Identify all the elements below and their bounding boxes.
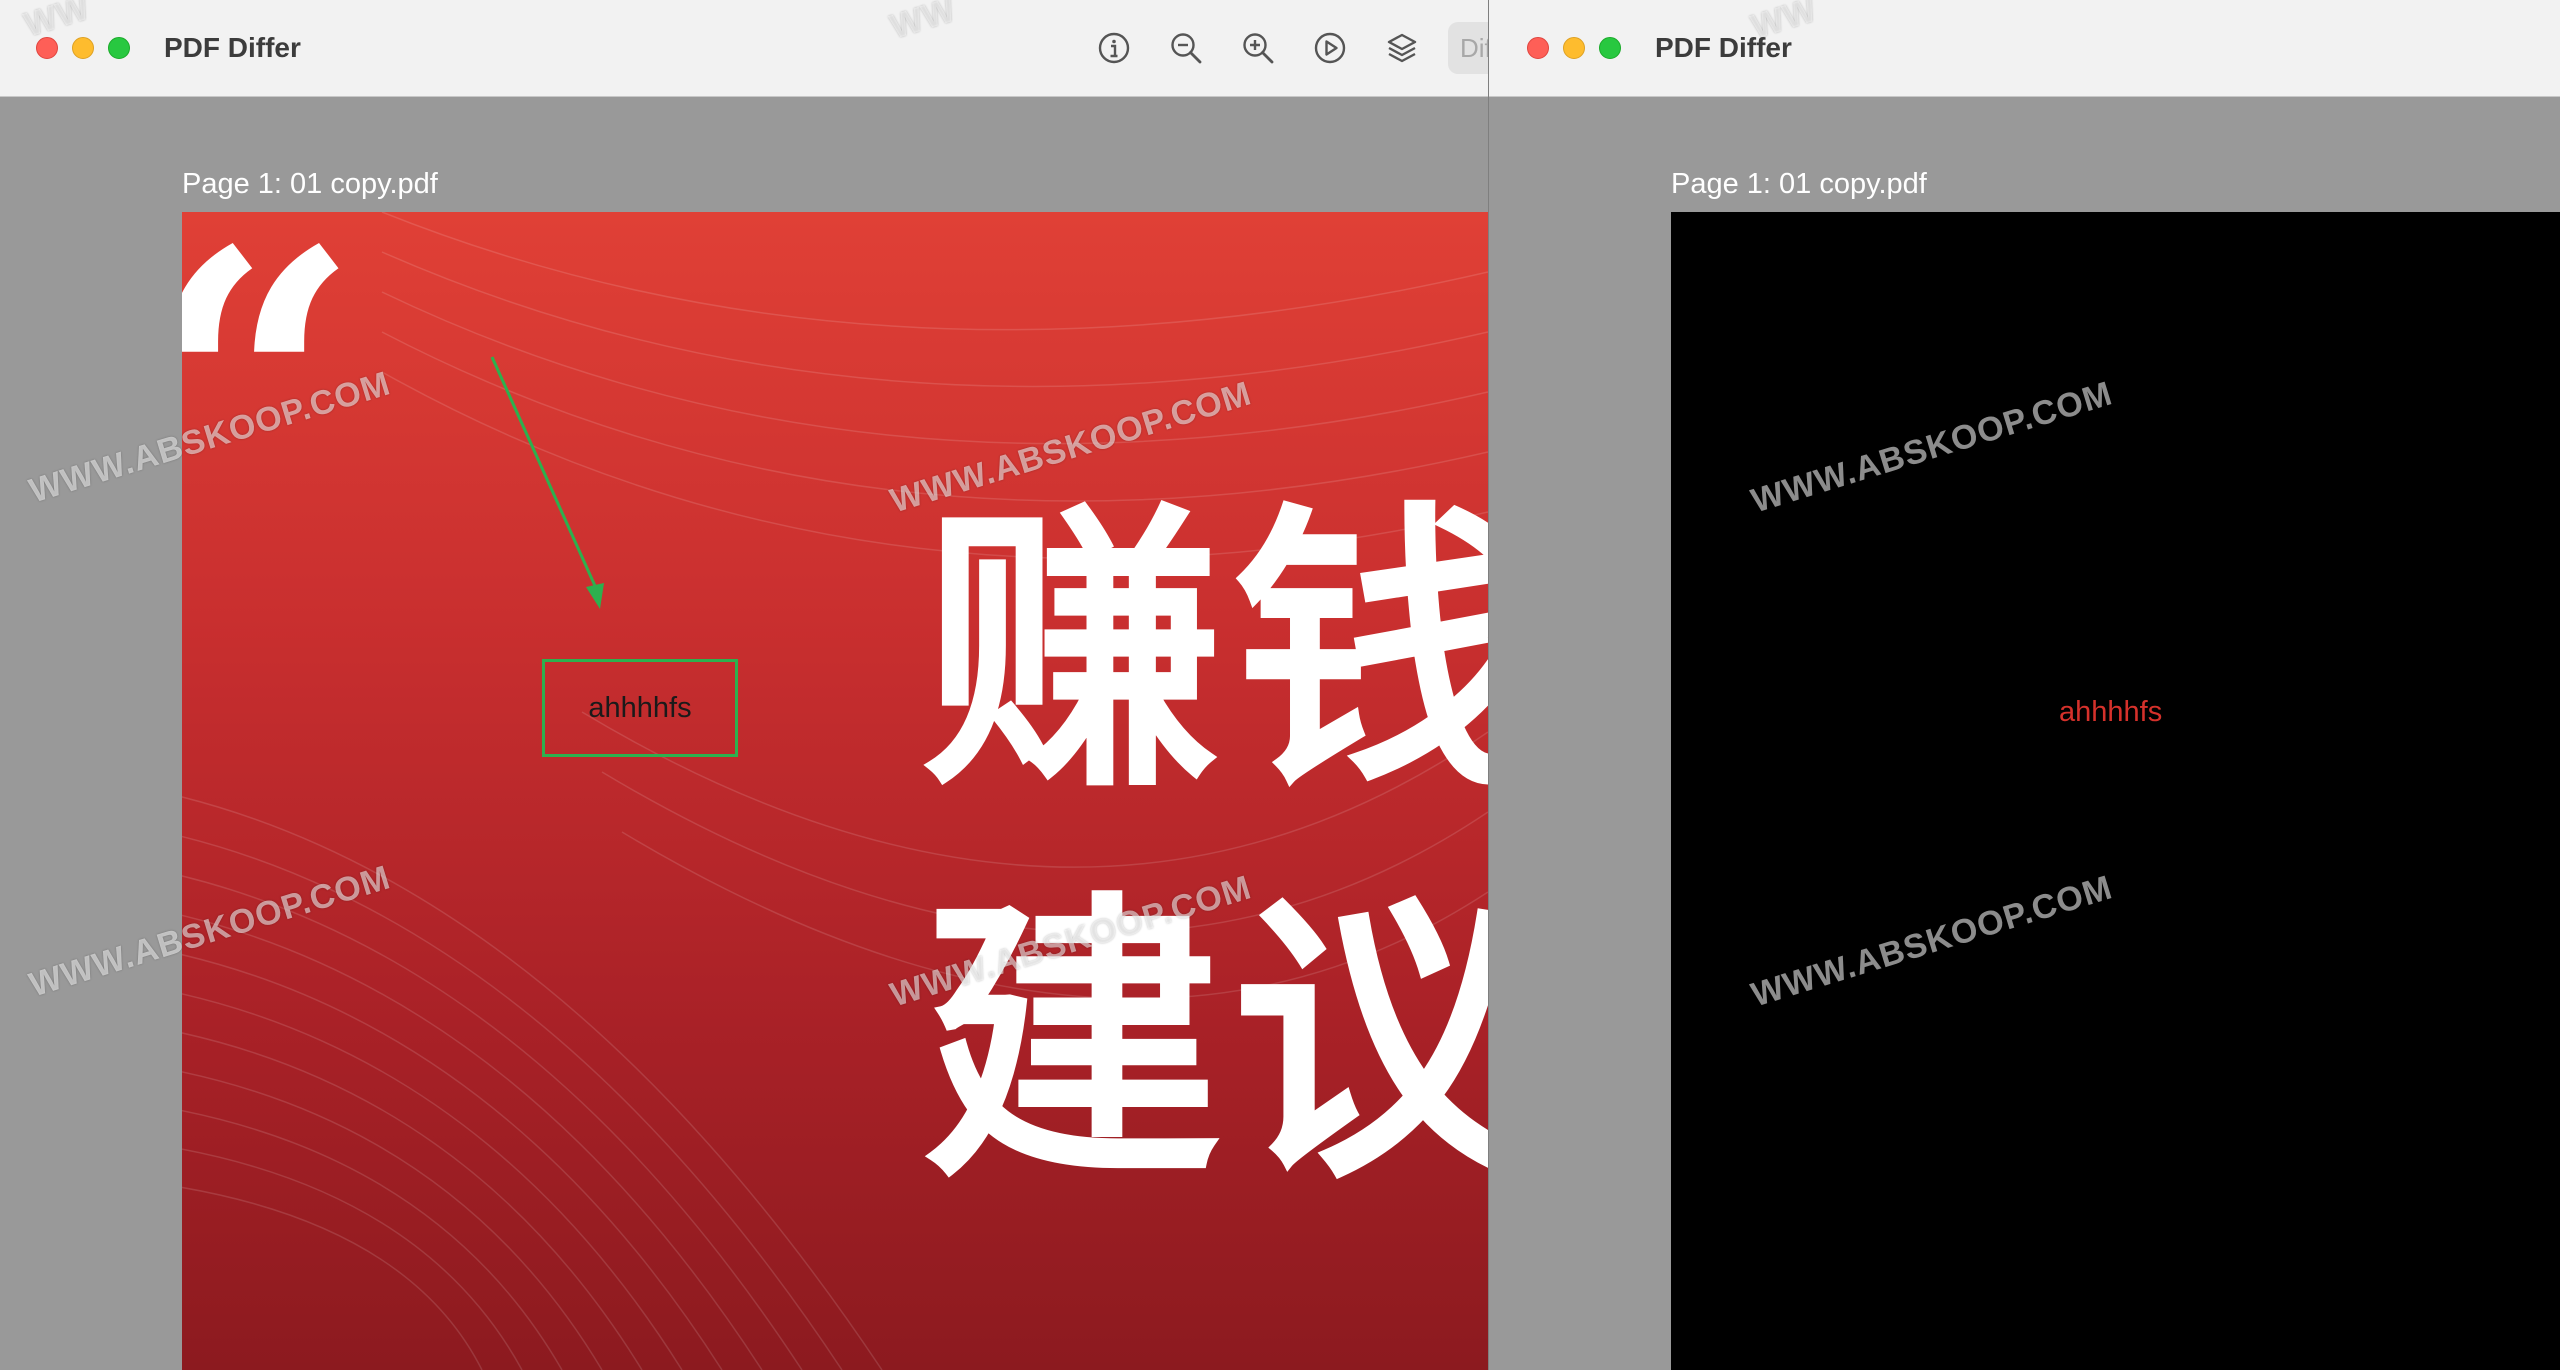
- headline-line-2: 建议: [922, 865, 1488, 1218]
- zoom-out-icon: [1171, 33, 1202, 64]
- play-button[interactable]: [1304, 22, 1356, 74]
- info-button[interactable]: [1088, 22, 1140, 74]
- zoom-window-button[interactable]: [1599, 37, 1621, 59]
- window-title: PDF Differ: [1655, 32, 1792, 63]
- layers-button[interactable]: [1376, 22, 1428, 74]
- minimize-button[interactable]: [72, 37, 94, 59]
- annotation-text: ahhhhfs: [588, 691, 692, 724]
- annotation-box[interactable]: ahhhhfs: [542, 659, 738, 757]
- pdf-page-original[interactable]: “ 赚钱 建议 ahhhhfs: [182, 212, 1488, 1370]
- window-title: PDF Differ: [164, 32, 301, 63]
- traffic-lights: [36, 37, 130, 59]
- right-window: PDF Differ Page 1: 01 copy.pdf ahhhhfs W…: [1488, 0, 2560, 1370]
- titlebar[interactable]: PDF Differ: [0, 0, 1488, 97]
- diff-highlight-text: ahhhhfs: [2059, 696, 2163, 728]
- play-icon: [1314, 32, 1346, 64]
- titlebar[interactable]: PDF Differ: [1489, 0, 2560, 97]
- traffic-lights: [1527, 37, 1621, 59]
- zoom-in-icon: [1243, 33, 1274, 64]
- headline-line-1: 赚钱: [922, 475, 1488, 828]
- left-window: PDF Differ Di Page 1: 01 copy.pdf 赚钱 建议 …: [0, 0, 1488, 1370]
- zoom-out-button[interactable]: [1160, 22, 1212, 74]
- minimize-button[interactable]: [1563, 37, 1585, 59]
- page-label: Page 1: 01 copy.pdf: [182, 168, 438, 200]
- close-button[interactable]: [36, 37, 58, 59]
- zoom-window-button[interactable]: [108, 37, 130, 59]
- diff-search-field[interactable]: Dif: [1448, 22, 1488, 74]
- toolbar: Dif: [1088, 22, 1488, 74]
- info-icon: [1098, 32, 1130, 64]
- quote-mark: “: [182, 212, 361, 582]
- close-button[interactable]: [1527, 37, 1549, 59]
- page-label: Page 1: 01 copy.pdf: [1671, 168, 1927, 200]
- pdf-page-diff[interactable]: ahhhhfs: [1671, 212, 2560, 1370]
- zoom-in-button[interactable]: [1232, 22, 1284, 74]
- layers-icon: [1387, 33, 1417, 63]
